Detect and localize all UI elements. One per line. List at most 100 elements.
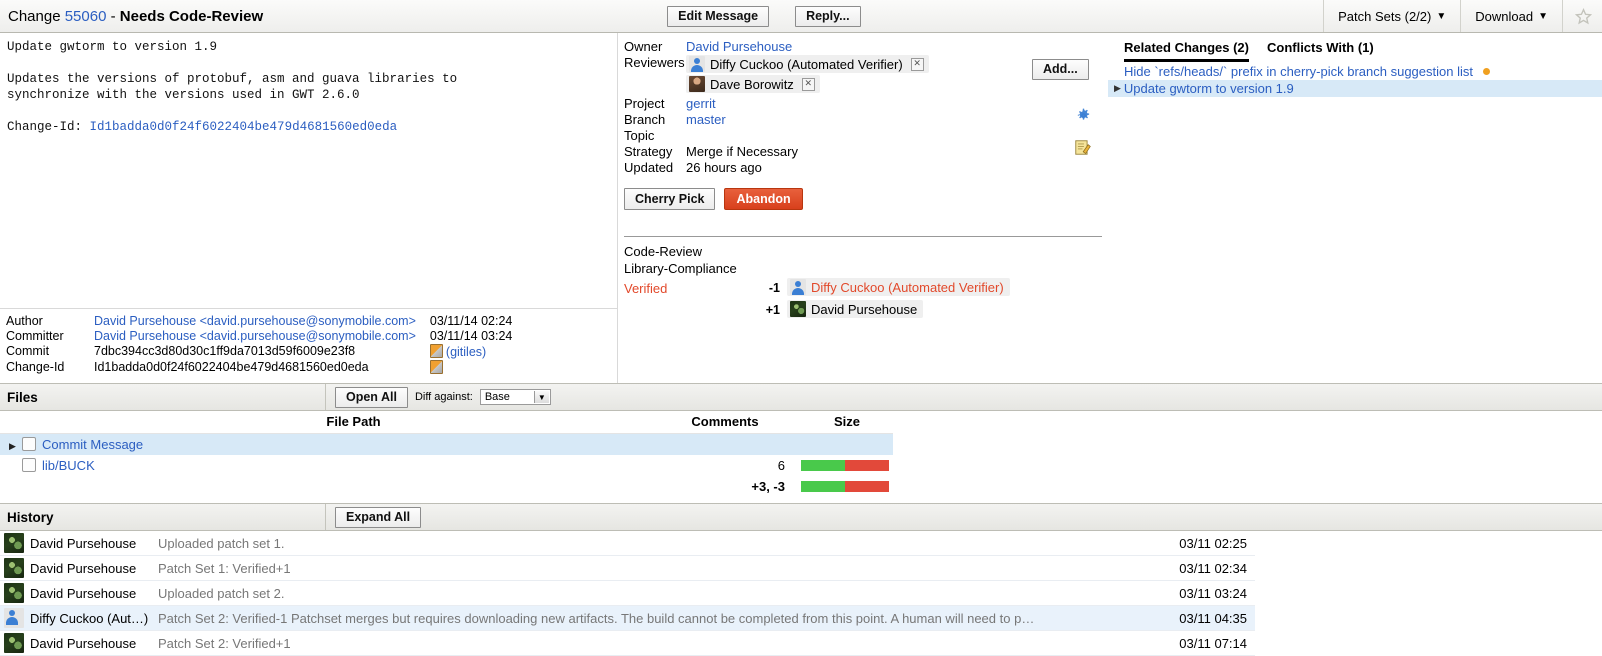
- committer-value[interactable]: David Pursehouse <david.pursehouse@sonym…: [94, 329, 430, 344]
- patch-sets-menu[interactable]: Patch Sets (2/2) ▼: [1323, 0, 1460, 32]
- open-all-button[interactable]: Open All: [335, 386, 408, 408]
- label-voters: [787, 261, 1010, 278]
- add-reviewer-button[interactable]: Add...: [1032, 59, 1089, 80]
- size-bar: [801, 481, 889, 492]
- cherry-pick-button[interactable]: Cherry Pick: [624, 188, 716, 210]
- history-date: 03/11 04:35: [1127, 605, 1255, 631]
- status-dot-icon: [1482, 68, 1490, 75]
- diff-against-select[interactable]: Base ▼: [479, 389, 551, 405]
- reviewers-list: Diffy Cuckoo (Automated Verifier) ✕ Dave…: [686, 55, 929, 96]
- avatar: [4, 558, 24, 578]
- checkbox-column-header: [22, 411, 42, 434]
- size-bar: [801, 460, 889, 471]
- reviewer-chip[interactable]: Diffy Cuckoo (Automated Verifier) ✕: [686, 55, 929, 73]
- list-item[interactable]: ▶ Update gwtorm to version 1.9: [1108, 80, 1602, 97]
- change-word: Change: [8, 7, 61, 25]
- table-row[interactable]: David Pursehouse Patch Set 2: Verified+1…: [0, 630, 1255, 656]
- diff-against-label: Diff against:: [414, 391, 473, 403]
- reviewer-chip[interactable]: Dave Borowitz ✕: [686, 75, 820, 93]
- chevron-down-icon: ▼: [1436, 10, 1447, 22]
- page-title: Change 55060 - Needs Code-Review: [0, 8, 263, 25]
- file-size-bar-cell: [801, 455, 893, 476]
- table-row[interactable]: David Pursehouse Uploaded patch set 2. 0…: [0, 580, 1255, 606]
- change-number-link[interactable]: 55060: [65, 8, 107, 25]
- label-row-library-compliance: Library-Compliance: [618, 261, 1010, 278]
- table-row[interactable]: David Pursehouse Uploaded patch set 1. 0…: [0, 531, 1255, 556]
- commit-subject: Update gwtorm to version 1.9: [7, 40, 218, 54]
- edit-message-button[interactable]: Edit Message: [667, 5, 770, 27]
- related-changes-column: Related Changes (2) Conflicts With (1) H…: [1108, 33, 1602, 383]
- copy-to-clipboard-icon[interactable]: [429, 344, 443, 358]
- remove-reviewer-icon[interactable]: ✕: [801, 77, 815, 91]
- star-button[interactable]: [1562, 0, 1602, 32]
- copy-to-clipboard-icon[interactable]: [429, 360, 443, 374]
- approval-labels: Code-Review Library-Compliance Verified …: [618, 244, 1108, 322]
- label-row-code-review: Code-Review: [618, 244, 1010, 261]
- label-row-verified: Verified -1 Diffy Cuckoo (Automated Veri…: [618, 278, 1010, 300]
- tab-conflicts-with[interactable]: Conflicts With (1): [1267, 40, 1374, 62]
- history-date: 03/11 07:14: [1127, 630, 1255, 656]
- history-author: David Pursehouse: [30, 630, 158, 656]
- table-row[interactable]: lib/BUCK 6: [0, 455, 893, 476]
- owner-value[interactable]: David Pursehouse: [686, 39, 929, 55]
- expand-triangle-icon[interactable]: ▶: [0, 441, 16, 451]
- download-menu[interactable]: Download ▼: [1460, 0, 1562, 32]
- branch-value[interactable]: master: [686, 112, 929, 128]
- project-value[interactable]: gerrit: [686, 96, 929, 112]
- commit-message-column: Update gwtorm to version 1.9 Updates the…: [0, 33, 618, 383]
- size-header: Size: [801, 411, 893, 434]
- related-change-title: Update gwtorm to version 1.9: [1123, 81, 1294, 96]
- reviewer-name: Diffy Cuckoo (Automated Verifier): [710, 56, 903, 72]
- table-row[interactable]: David Pursehouse Patch Set 1: Verified+1…: [0, 555, 1255, 581]
- edit-note-icon[interactable]: [1074, 139, 1091, 156]
- list-item[interactable]: Hide `refs/heads/` prefix in cherry-pick…: [1108, 63, 1602, 80]
- file-comments: 6: [777, 458, 785, 473]
- author-value[interactable]: David Pursehouse <david.pursehouse@sonym…: [94, 314, 430, 329]
- history-message: Uploaded patch set 1.: [158, 531, 1127, 556]
- file-path[interactable]: lib/BUCK: [42, 455, 665, 476]
- history-table: David Pursehouse Uploaded patch set 1. 0…: [0, 531, 1255, 656]
- branch-label: Branch: [624, 112, 666, 127]
- updated-value: 26 hours ago: [686, 160, 762, 175]
- abandon-button[interactable]: Abandon: [724, 188, 803, 210]
- file-checkbox[interactable]: [22, 458, 36, 472]
- table-row[interactable]: Diffy Cuckoo (Aut…) Patch Set 2: Verifie…: [0, 605, 1255, 631]
- file-path[interactable]: Commit Message: [42, 434, 665, 456]
- history-message: Patch Set 2: Verified-1 Patchset merges …: [158, 605, 1127, 631]
- topic-label: Topic: [624, 128, 655, 143]
- change-id-label: Change-Id: [6, 360, 65, 374]
- chevron-right-icon: ▶: [1114, 83, 1121, 93]
- expand-all-button[interactable]: Expand All: [335, 506, 422, 528]
- change-id-copy-cell: [429, 360, 512, 376]
- file-checkbox[interactable]: [22, 437, 36, 451]
- metadata-divider: [624, 236, 1102, 237]
- tab-related-changes[interactable]: Related Changes (2): [1124, 40, 1249, 62]
- history-toolbar: Expand All: [325, 504, 422, 530]
- deletions-bar: [845, 481, 889, 492]
- updated-row: Updated 26 hours ago: [618, 160, 929, 176]
- strategy-value: Merge if Necessary: [686, 144, 798, 159]
- title-separator: -: [106, 7, 120, 25]
- author-date: 03/11/14 02:24: [429, 314, 513, 328]
- label-score: +1: [765, 303, 780, 317]
- reply-button[interactable]: Reply...: [795, 5, 861, 27]
- remove-reviewer-icon[interactable]: ✕: [910, 57, 924, 71]
- commit-sha: 7dbc394cc3d80d30c1ff9da7013d59f6009e23f8: [94, 344, 356, 358]
- voter-name: Diffy Cuckoo (Automated Verifier): [811, 279, 1004, 295]
- owner-label: Owner: [624, 39, 663, 54]
- table-row[interactable]: ▶ Commit Message: [0, 433, 893, 456]
- commit-label: Commit: [6, 344, 50, 358]
- generic-person-icon: [790, 279, 806, 295]
- strategy-row: Strategy Merge if Necessary: [618, 144, 929, 160]
- topic-row: Topic: [618, 128, 929, 144]
- reviewers-row: Reviewers Diffy Cuckoo (Automated Verifi…: [618, 55, 929, 96]
- committer-date: 03/11/14 03:24: [429, 329, 513, 343]
- files-toolbar: Open All Diff against: Base ▼: [325, 384, 551, 410]
- deletions-bar: [845, 460, 889, 471]
- gitiles-link[interactable]: (gitiles): [446, 345, 486, 359]
- diff-against-value: Base: [484, 391, 510, 403]
- label-name: Verified: [624, 280, 668, 296]
- generic-person-icon: [689, 56, 705, 72]
- commit-change-id-value: Id1badda0d0f24f6022404be479d4681560ed0ed…: [89, 120, 398, 134]
- gear-icon[interactable]: [1076, 108, 1091, 123]
